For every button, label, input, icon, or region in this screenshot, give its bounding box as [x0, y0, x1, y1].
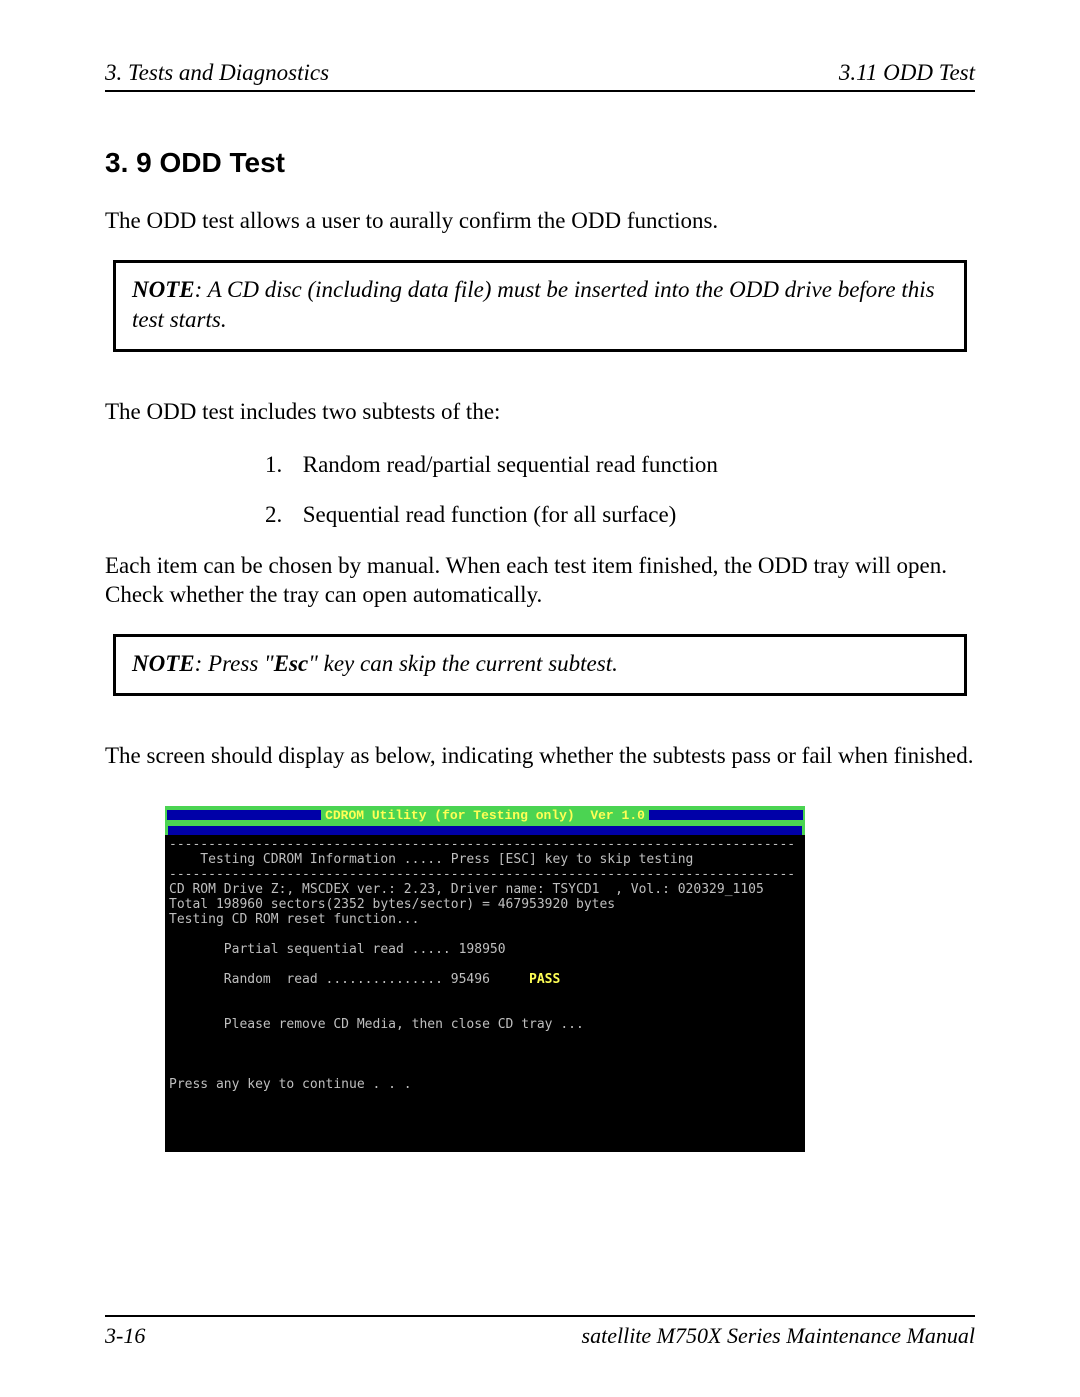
titlebar-bluebar [168, 826, 802, 835]
dos-screen: CDROM Utility (for Testing only) Ver 1.0… [165, 806, 805, 1152]
dos-title: CDROM Utility (for Testing only) Ver 1.0 [323, 808, 647, 823]
subtests-intro: The ODD test includes two subtests of th… [105, 398, 975, 427]
note-box-1: NOTE: A CD disc (including data file) mu… [113, 260, 967, 352]
page-footer: 3-16 satellite M750X Series Maintenance … [105, 1315, 975, 1349]
dos-divider: ----------------------------------------… [165, 867, 805, 882]
footer-right: satellite M750X Series Maintenance Manua… [582, 1323, 975, 1349]
dos-blank [165, 1062, 805, 1077]
dos-line-random: Random read ............... 95496 PASS [165, 972, 805, 987]
titlebar-side-right [649, 810, 803, 820]
note2-suffix: " key can skip the current subtest. [308, 651, 618, 676]
dos-line-info: Testing CDROM Information ..... Press [E… [165, 852, 805, 867]
list-item: 2. Sequential read function (for all sur… [265, 502, 975, 528]
dos-titlebar: CDROM Utility (for Testing only) Ver 1.0 [165, 806, 805, 835]
dos-blank [165, 1032, 805, 1047]
footer-left: 3-16 [105, 1323, 145, 1349]
note-label: NOTE [132, 651, 195, 676]
header-left: 3. Tests and Diagnostics [105, 60, 329, 86]
page: 3. Tests and Diagnostics 3.11 ODD Test 3… [0, 0, 1080, 1397]
dos-line-partial: Partial sequential read ..... 198950 [165, 942, 805, 957]
dos-pass: PASS [529, 972, 560, 987]
dos-blank [165, 987, 805, 1002]
dos-line-reset: Testing CD ROM reset function... [165, 912, 805, 927]
list-text: Random read/partial sequential read func… [303, 452, 718, 477]
dos-blank [165, 1002, 805, 1017]
note2-prefix: : Press " [195, 651, 274, 676]
note2-kw: Esc [274, 651, 309, 676]
subtest-list: 1. Random read/partial sequential read f… [265, 452, 975, 528]
dos-blank [165, 927, 805, 942]
note1-text: : A CD disc (including data file) must b… [132, 277, 935, 332]
dos-line-total: Total 198960 sectors(2352 bytes/sector) … [165, 897, 805, 912]
section-title: 3. 9 ODD Test [105, 147, 975, 179]
titlebar-side-left [167, 810, 321, 820]
dos-line-drive: CD ROM Drive Z:, MSCDEX ver.: 2.23, Driv… [165, 882, 805, 897]
dos-blank [165, 957, 805, 972]
tray-text: Each item can be chosen by manual. When … [105, 552, 975, 610]
dos-line-remove: Please remove CD Media, then close CD tr… [165, 1017, 805, 1032]
intro-text: The ODD test allows a user to aurally co… [105, 207, 975, 236]
header-right: 3.11 ODD Test [839, 60, 975, 86]
dos-blank [165, 1047, 805, 1062]
list-item: 1. Random read/partial sequential read f… [265, 452, 975, 478]
list-number: 1. [265, 452, 297, 478]
dos-line-continue: Press any key to continue . . . [165, 1077, 805, 1092]
note-label: NOTE [132, 277, 195, 302]
list-text: Sequential read function (for all surfac… [303, 502, 677, 527]
note-box-2: NOTE: Press "Esc" key can skip the curre… [113, 634, 967, 696]
screen-intro: The screen should display as below, indi… [105, 742, 975, 771]
page-header: 3. Tests and Diagnostics 3.11 ODD Test [105, 60, 975, 92]
list-number: 2. [265, 502, 297, 528]
dos-random-pre: Random read ............... 95496 [169, 972, 529, 987]
dos-divider: ----------------------------------------… [165, 837, 805, 852]
